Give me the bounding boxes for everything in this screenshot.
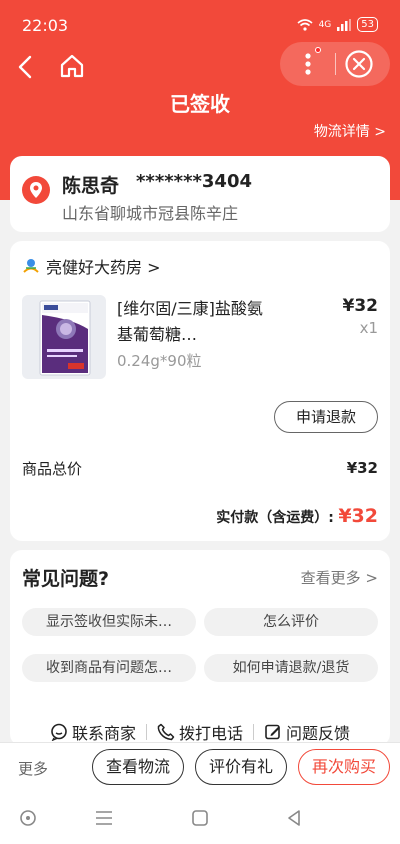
recipient-name: 陈思奇 (62, 175, 120, 197)
more-actions-link[interactable]: 更多 (18, 758, 48, 779)
close-circle-icon[interactable] (344, 49, 374, 79)
faq-more-link[interactable]: 查看更多 > (301, 567, 378, 588)
notification-dot (315, 47, 321, 53)
page-title: 已签收 (170, 92, 230, 116)
capsule-divider (335, 53, 336, 75)
bottom-action-bar: 更多 查看物流 评价有礼 再次购买 (0, 742, 400, 792)
faq-chip[interactable]: 显示签收但实际未… (22, 608, 196, 636)
shop-logo-icon (23, 259, 39, 273)
total-price-label: 商品总价 (22, 460, 83, 478)
status-bar: 22:03 4G 53 (0, 0, 400, 40)
chat-icon (51, 723, 67, 741)
recipient-address: 山东省聊城市冠县陈辛庄 (62, 204, 239, 223)
faq-card: 常见问题? 查看更多 > 显示签收但实际未… 怎么评价 收到商品有问题怎… 如何… (10, 550, 390, 746)
faq-chip[interactable]: 怎么评价 (204, 608, 378, 636)
status-time: 22:03 (22, 16, 69, 35)
address-card: 陈思奇 *******3404 山东省聊城市冠县陈辛庄 (10, 156, 390, 232)
medicine-box-icon (39, 300, 91, 376)
home-icon[interactable] (58, 52, 86, 80)
call-phone-label: 拨打电话 (178, 724, 243, 743)
menu-icon[interactable] (92, 806, 116, 830)
status-icons: 4G 53 (297, 17, 378, 32)
paid-amount-label: 实付款（含运费）: (216, 510, 334, 526)
back-icon[interactable] (14, 54, 38, 80)
product-price: ¥32 (342, 296, 379, 316)
shop-name-link[interactable]: 亮健好大药房 > (46, 254, 161, 278)
logistics-details-link[interactable]: 物流详情 > (314, 121, 386, 141)
system-nav-bar (0, 792, 400, 844)
contact-merchant-button[interactable]: 联系商家 (40, 720, 146, 744)
product-title[interactable]: [维尔固/三康]盐酸氨基葡萄糖… (117, 296, 267, 348)
home-square-icon[interactable] (188, 806, 212, 830)
signal-icon (337, 18, 352, 31)
network-label: 4G (318, 19, 332, 30)
back-triangle-icon[interactable] (282, 806, 306, 830)
edit-icon (265, 724, 280, 740)
assistant-icon[interactable] (16, 806, 40, 830)
paid-amount-row: 实付款（含运费）: ¥32 (216, 505, 378, 527)
product-spec: 0.24g*90粒 (117, 352, 202, 370)
contact-merchant-label: 联系商家 (71, 724, 136, 743)
location-icon (22, 176, 50, 204)
paid-amount-value: ¥32 (338, 505, 378, 527)
review-reward-button[interactable]: 评价有礼 (195, 749, 287, 785)
recipient-phone: *******3404 (136, 171, 252, 192)
product-quantity: x1 (359, 319, 378, 337)
product-image[interactable] (22, 295, 106, 379)
faq-chip[interactable]: 如何申请退款/退货 (204, 654, 378, 682)
buy-again-button[interactable]: 再次购买 (298, 749, 390, 785)
order-card: 亮健好大药房 > [维尔固/三康]盐酸氨基葡萄糖… 0.24g*90粒 ¥32 … (10, 241, 390, 541)
faq-title: 常见问题? (22, 568, 110, 590)
more-vertical-icon[interactable] (296, 50, 320, 78)
battery-icon: 53 (357, 17, 378, 32)
request-refund-button[interactable]: 申请退款 (274, 401, 378, 433)
view-logistics-button[interactable]: 查看物流 (92, 749, 184, 785)
faq-chip[interactable]: 收到商品有问题怎… (22, 654, 196, 682)
call-phone-button[interactable]: 拨打电话 (147, 720, 253, 744)
phone-icon (157, 723, 175, 741)
feedback-label: 问题反馈 (286, 724, 351, 743)
total-price-value: ¥32 (346, 459, 378, 477)
feedback-button[interactable]: 问题反馈 (254, 720, 360, 744)
mini-program-capsule (280, 42, 390, 86)
wifi-icon (297, 18, 313, 31)
